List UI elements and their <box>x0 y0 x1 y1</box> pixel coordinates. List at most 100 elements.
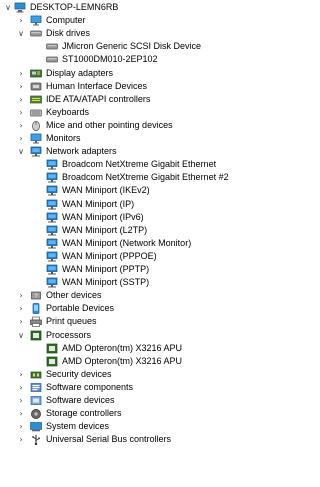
device-item[interactable]: WAN Miniport (IPv6) <box>0 211 320 224</box>
category-label: IDE ATA/ATAPI controllers <box>46 93 151 104</box>
chevron-right-icon[interactable]: › <box>16 407 26 420</box>
device-label: WAN Miniport (PPPOE) <box>62 250 157 261</box>
chevron-down-icon[interactable]: ∨ <box>3 1 13 14</box>
category-other-devices[interactable]: ›? Other devices <box>0 289 320 302</box>
chevron-right-icon[interactable]: › <box>16 420 26 433</box>
category-label: Computer <box>46 15 86 26</box>
computer-icon <box>14 2 26 13</box>
category-ide-ata-atapi-controllers[interactable]: › IDE ATA/ATAPI controllers <box>0 93 320 106</box>
chevron-right-icon[interactable]: › <box>16 381 26 394</box>
tree-root[interactable]: ∨ DESKTOP-LEMN6RB <box>0 1 320 14</box>
device-item[interactable]: WAN Miniport (L2TP) <box>0 224 320 237</box>
category-processors[interactable]: ∨ Processors <box>0 329 320 342</box>
device-label: WAN Miniport (IKEv2) <box>62 185 150 196</box>
category-system-devices[interactable]: › System devices <box>0 420 320 433</box>
software-component-icon <box>30 382 42 393</box>
processor-icon <box>46 343 58 354</box>
device-label: Broadcom NetXtreme Gigabit Ethernet <box>62 159 217 170</box>
chevron-right-icon[interactable]: › <box>16 106 26 119</box>
hid-icon <box>30 81 42 92</box>
device-item[interactable]: WAN Miniport (PPTP) <box>0 263 320 276</box>
device-label: AMD Opteron(tm) X3216 APU <box>62 342 183 353</box>
chevron-right-icon[interactable]: › <box>16 119 26 132</box>
chevron-right-icon[interactable]: › <box>16 93 26 106</box>
network-adapter-icon <box>30 146 42 157</box>
chevron-down-icon[interactable]: ∨ <box>16 145 26 158</box>
chevron-right-icon[interactable]: › <box>16 315 26 328</box>
category-label: Portable Devices <box>46 303 115 314</box>
mouse-icon <box>30 120 42 131</box>
network-adapter-icon <box>46 172 58 183</box>
device-label: WAN Miniport (IPv6) <box>62 211 144 222</box>
category-computer[interactable]: › Computer <box>0 14 320 27</box>
disk-drive-icon <box>46 54 58 65</box>
chevron-right-icon[interactable]: › <box>16 433 26 446</box>
monitor-icon <box>30 133 42 144</box>
network-adapter-icon <box>46 264 58 275</box>
category-display-adapters[interactable]: › Display adapters <box>0 67 320 80</box>
device-item[interactable]: AMD Opteron(tm) X3216 APU <box>0 355 320 368</box>
chevron-right-icon[interactable]: › <box>16 14 26 27</box>
chevron-right-icon[interactable]: › <box>16 394 26 407</box>
device-label: WAN Miniport (SSTP) <box>62 277 150 288</box>
device-item[interactable]: Broadcom NetXtreme Gigabit Ethernet #2 <box>0 171 320 184</box>
device-item[interactable]: WAN Miniport (IP) <box>0 198 320 211</box>
device-item[interactable]: WAN Miniport (Network Monitor) <box>0 237 320 250</box>
device-item[interactable]: WAN Miniport (IKEv2) <box>0 184 320 197</box>
portable-device-icon <box>30 303 42 315</box>
device-item[interactable]: WAN Miniport (SSTP) <box>0 276 320 289</box>
processor-icon <box>46 356 58 367</box>
category-security-devices[interactable]: › Security devices <box>0 368 320 381</box>
device-label: WAN Miniport (IP) <box>62 198 135 209</box>
category-label: Human Interface Devices <box>46 80 148 91</box>
network-adapter-icon <box>46 225 58 236</box>
chevron-down-icon[interactable]: ∨ <box>16 27 26 40</box>
device-item[interactable]: JMicron Generic SCSI Disk Device <box>0 40 320 53</box>
category-disk-drives[interactable]: ∨ Disk drives <box>0 27 320 40</box>
monitor-icon <box>30 15 42 26</box>
category-human-interface-devices[interactable]: › Human Interface Devices <box>0 80 320 93</box>
device-item[interactable]: ST1000DM010-2EP102 <box>0 53 320 66</box>
device-item[interactable]: AMD Opteron(tm) X3216 APU <box>0 342 320 355</box>
chevron-right-icon[interactable]: › <box>16 132 26 145</box>
chevron-right-icon[interactable]: › <box>16 289 26 302</box>
network-adapter-icon <box>46 159 58 170</box>
category-mice-and-other-pointing-devices[interactable]: › Mice and other pointing devices <box>0 119 320 132</box>
device-item[interactable]: Broadcom NetXtreme Gigabit Ethernet <box>0 158 320 171</box>
category-software-components[interactable]: › Software components <box>0 381 320 394</box>
category-software-devices[interactable]: › Software devices <box>0 394 320 407</box>
category-label: Software components <box>46 381 134 392</box>
security-device-icon <box>30 369 42 380</box>
category-print-queues[interactable]: › Print queues <box>0 315 320 328</box>
chevron-right-icon[interactable]: › <box>16 67 26 80</box>
ide-controller-icon <box>30 94 42 105</box>
computer-name: DESKTOP-LEMN6RB <box>30 1 119 14</box>
chevron-right-icon[interactable]: › <box>16 302 26 315</box>
category-label: Mice and other pointing devices <box>46 119 173 130</box>
disk-drive-icon <box>46 41 58 52</box>
category-universal-serial-bus-controllers[interactable]: › Universal Serial Bus controllers <box>0 433 320 446</box>
chevron-down-icon[interactable]: ∨ <box>16 329 26 342</box>
category-label: Monitors <box>46 133 81 143</box>
category-monitors[interactable]: › Monitors <box>0 132 320 145</box>
processor-icon <box>30 330 42 341</box>
network-adapter-icon <box>46 277 58 288</box>
category-label: Disk drives <box>46 28 91 39</box>
category-network-adapters[interactable]: ∨ Network adapters <box>0 145 320 158</box>
printer-icon <box>30 316 42 328</box>
chevron-right-icon[interactable]: › <box>16 80 26 93</box>
disk-drive-icon <box>30 28 42 39</box>
chevron-right-icon[interactable]: › <box>16 368 26 381</box>
device-label: AMD Opteron(tm) X3216 APU <box>62 355 183 366</box>
network-adapter-icon <box>46 212 58 223</box>
category-keyboards[interactable]: › Keyboards <box>0 106 320 119</box>
category-label: Keyboards <box>46 106 90 117</box>
device-label: JMicron Generic SCSI Disk Device <box>62 41 202 52</box>
device-item[interactable]: WAN Miniport (PPPOE) <box>0 250 320 263</box>
device-tree[interactable]: ∨ DESKTOP-LEMN6RB › Computer ∨ Disk drives JMi… <box>0 0 320 487</box>
category-portable-devices[interactable]: › Portable Devices <box>0 302 320 315</box>
category-label: System devices <box>46 421 110 432</box>
category-storage-controllers[interactable]: › Storage controllers <box>0 407 320 420</box>
device-label: WAN Miniport (Network Monitor) <box>62 237 192 248</box>
category-label: Print queues <box>46 316 97 327</box>
